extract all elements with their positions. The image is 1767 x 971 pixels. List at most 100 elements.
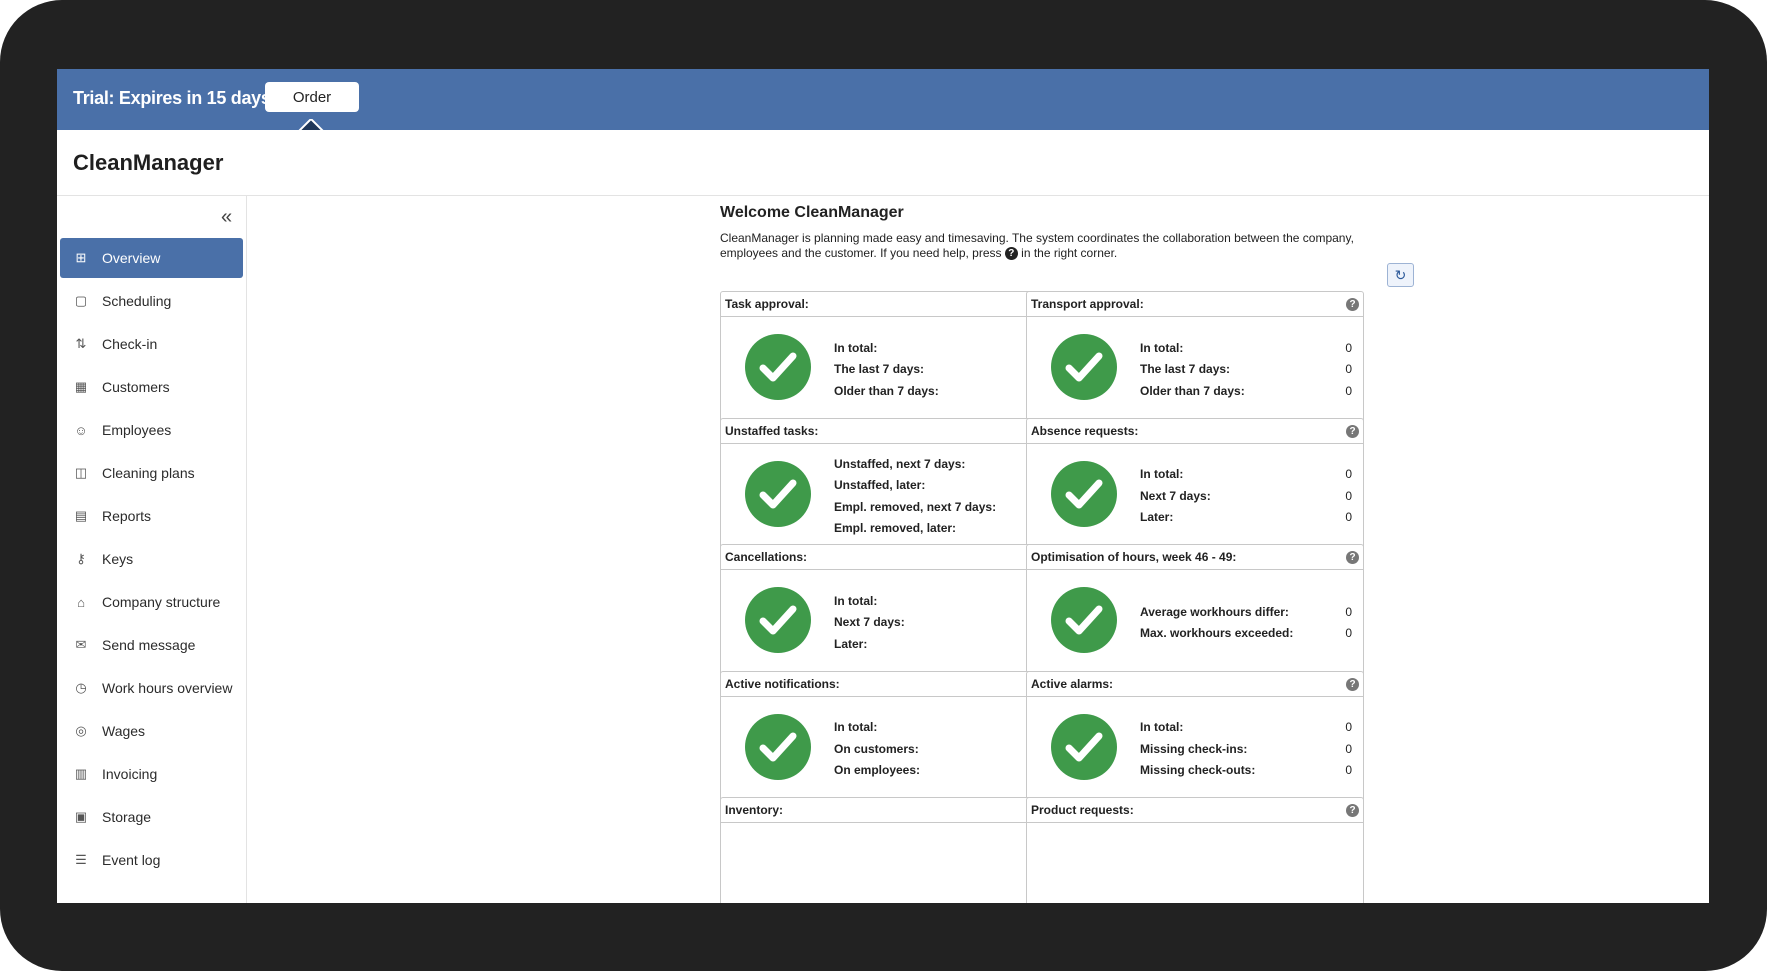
stat-label: Missing check-ins: (1140, 741, 1248, 756)
stat-label: Next 7 days: (834, 615, 905, 630)
stat-label: Later: (1140, 510, 1174, 525)
stat-label: Later: (834, 636, 868, 651)
sidebar-item-work-hours-overview[interactable]: ◷ Work hours overview (60, 668, 243, 708)
card-header: Active alarms:? (1027, 672, 1363, 697)
clipboard-icon: ▤ (74, 508, 88, 523)
sidebar-item-employees[interactable]: ☺ Employees (60, 410, 243, 450)
trial-text: Trial: Expires in 15 days (73, 88, 271, 108)
stat-value: 0 (1345, 626, 1352, 640)
help-icon[interactable]: ? (1346, 551, 1359, 564)
people-icon: ☺ (74, 422, 88, 438)
card-title: Optimisation of hours, week 46 - 49: (1031, 550, 1237, 564)
sidebar-item-wages[interactable]: ◎ Wages (60, 711, 243, 751)
sidebar-item-customers[interactable]: ▦ Customers (60, 367, 243, 407)
stat-label: Unstaffed, later: (834, 478, 926, 492)
sidebar-item-keys[interactable]: ⚷ Keys (60, 539, 243, 579)
clock-icon: ◷ (75, 680, 87, 695)
sidebar-item-scheduling[interactable]: ▢ Scheduling (60, 281, 243, 321)
card-header: Active notifications:? (721, 672, 1057, 697)
stat-label: Max. workhours exceeded: (1140, 626, 1294, 640)
sidebar-item-storage[interactable]: ▣ Storage (60, 797, 243, 837)
card-stats: In total:0Next 7 days:0Later:0 (834, 591, 1046, 656)
stat-label: Unstaffed, next 7 days: (834, 456, 966, 471)
stat-label: Older than 7 days: (1140, 383, 1245, 398)
card-stats: Unstaffed, next 7 days:0Unstaffed, later… (834, 454, 1046, 540)
sidebar-nav: ⊞ Overview ▢ Scheduling ⇅ Check-in ▦ Customers ☺… (60, 238, 243, 883)
welcome-description: CleanManager is planning made easy and t… (720, 231, 1410, 261)
app-screen: Trial: Expires in 15 days Order CleanMan… (57, 69, 1709, 903)
sidebar-item-label: Send message (102, 637, 196, 653)
card-header: Optimisation of hours, week 46 - 49:? (1027, 545, 1363, 570)
dashboard-card: Product requests:? (1026, 797, 1364, 903)
card-header: Task approval:? (721, 292, 1057, 317)
dashboard-card: Active alarms:? In total: 0 Missing check-i… (1026, 670, 1364, 805)
sidebar-item-label: Overview (102, 250, 161, 266)
sidebar-item-check-in[interactable]: ⇅ Check-in (60, 324, 243, 364)
stat-value: 0 (1345, 383, 1352, 398)
stat-row: In total:0 (834, 717, 1046, 739)
stat-label: In total: (1140, 467, 1184, 482)
sidebar-item-label: Keys (102, 551, 134, 567)
refresh-icon: ↻ (1394, 266, 1407, 283)
stat-value: 0 (1345, 763, 1352, 778)
stat-value: 0 (1345, 720, 1352, 735)
order-button[interactable]: Order (265, 82, 359, 112)
stat-label: In total: (1140, 720, 1184, 735)
sidebar-item-label: Storage (102, 809, 152, 825)
refresh-button[interactable]: ↻ (1387, 263, 1414, 287)
card-stats: In total:0On customers:0On employees:0 (834, 717, 1046, 782)
help-icon[interactable]: ? (1346, 804, 1359, 817)
stat-row: Older than 7 days:0 (834, 381, 1046, 403)
map-icon: ◫ (74, 465, 88, 480)
card-title: Transport approval: (1031, 297, 1144, 311)
checkmark-icon (745, 334, 811, 400)
stat-row: Later: 0 (1140, 507, 1352, 529)
help-icon[interactable]: ? (1346, 298, 1359, 311)
card-stats: In total:0Next 7 days:0Later:0 (1140, 464, 1352, 529)
sidebar-item-label: Invoicing (102, 766, 158, 782)
sidebar-item-label: Company structure (102, 594, 221, 610)
collapse-sidebar-icon[interactable]: « (221, 206, 232, 229)
stat-row: In total:0 (1140, 338, 1352, 360)
card-title: Inventory: (725, 803, 784, 817)
stat-value: 0 (1345, 510, 1352, 525)
main-content: Welcome CleanManager CleanManager is pla… (247, 196, 1709, 903)
sidebar-item-label: Reports (102, 508, 152, 524)
stat-label: Older than 7 days: (834, 383, 939, 398)
stat-row: Average workhours differ: 0 (1140, 602, 1352, 624)
stat-row: In total:0 (834, 591, 1046, 613)
dashboard-card: Cancellations:?In total:0Next 7 days:0La… (720, 544, 1058, 678)
dashboard-card: Task approval:? In total:0 The last 7 days… (720, 291, 1058, 425)
stat-row: The last 7 days: 0 (1140, 359, 1352, 381)
sidebar-item-reports[interactable]: ▤ Reports (60, 496, 243, 536)
stat-label: The last 7 days: (1140, 362, 1231, 377)
stat-label: On employees: (834, 763, 921, 778)
stat-row: Max. workhours exceeded: 0 (1140, 623, 1352, 645)
sidebar-item-invoicing[interactable]: ▥ Invoicing (60, 754, 243, 794)
sidebar-item-company-structure[interactable]: ⌂ Company structure (60, 582, 243, 622)
dashboard-card: Optimisation of hours, week 46 - 49:? Ave… (1026, 544, 1364, 678)
stat-value: 0 (1345, 340, 1352, 355)
sidebar-item-cleaning-plans[interactable]: ◫ Cleaning plans (60, 453, 243, 493)
checkmark-icon (745, 587, 811, 653)
list-icon: ☰ (75, 852, 87, 867)
help-icon[interactable]: ? (1346, 677, 1359, 691)
device-frame: Trial: Expires in 15 days Order CleanMan… (0, 0, 1767, 971)
help-icon[interactable]: ? (1346, 424, 1359, 438)
stat-value: 0 (1345, 362, 1352, 377)
sort-arrows-icon: ⇅ (75, 336, 87, 351)
stat-row: Unstaffed, later:0 (834, 475, 1046, 497)
sidebar-item-send-message[interactable]: ✉ Send message (60, 625, 243, 665)
sidebar-item-label: Wages (102, 723, 146, 739)
card-title: Product requests: (1031, 803, 1134, 817)
card-header: Absence requests:? (1027, 419, 1363, 444)
stat-row: In total:0 (834, 338, 1046, 360)
welcome-text-end: in the right corner. (1017, 246, 1118, 260)
stat-value: 0 (1345, 604, 1352, 619)
sidebar-item-event-log[interactable]: ☰ Event log (60, 840, 243, 880)
envelope-icon: ✉ (75, 637, 87, 652)
sidebar-item-overview[interactable]: ⊞ Overview (60, 238, 243, 278)
help-icon: ? (1004, 247, 1018, 261)
stat-label: The last 7 days: (834, 362, 925, 377)
card-header: Cancellations:? (721, 545, 1057, 570)
